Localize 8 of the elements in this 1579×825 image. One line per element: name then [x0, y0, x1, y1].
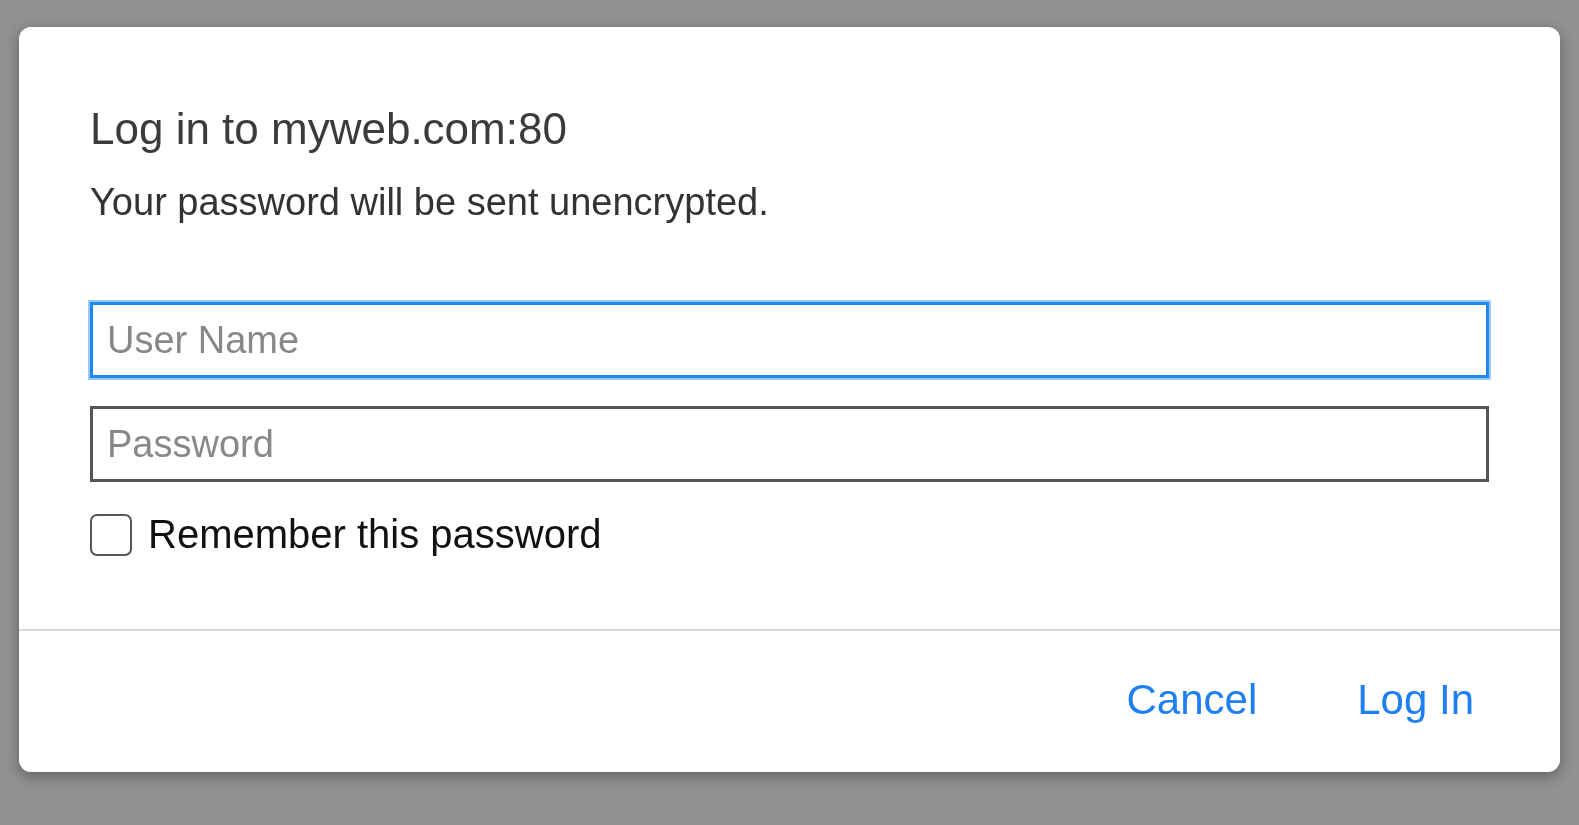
username-field[interactable]: User Name [90, 302, 1489, 378]
dialog-title: Log in to myweb.com:80 [90, 103, 568, 155]
login-button[interactable]: Log In [1357, 676, 1474, 724]
remember-checkbox[interactable] [90, 513, 132, 556]
password-field[interactable]: Password [90, 406, 1489, 482]
warning-message: Your password will be sent unencrypted. [90, 180, 770, 225]
cancel-button[interactable]: Cancel [1126, 676, 1258, 724]
remember-label: Remember this password [148, 512, 602, 557]
